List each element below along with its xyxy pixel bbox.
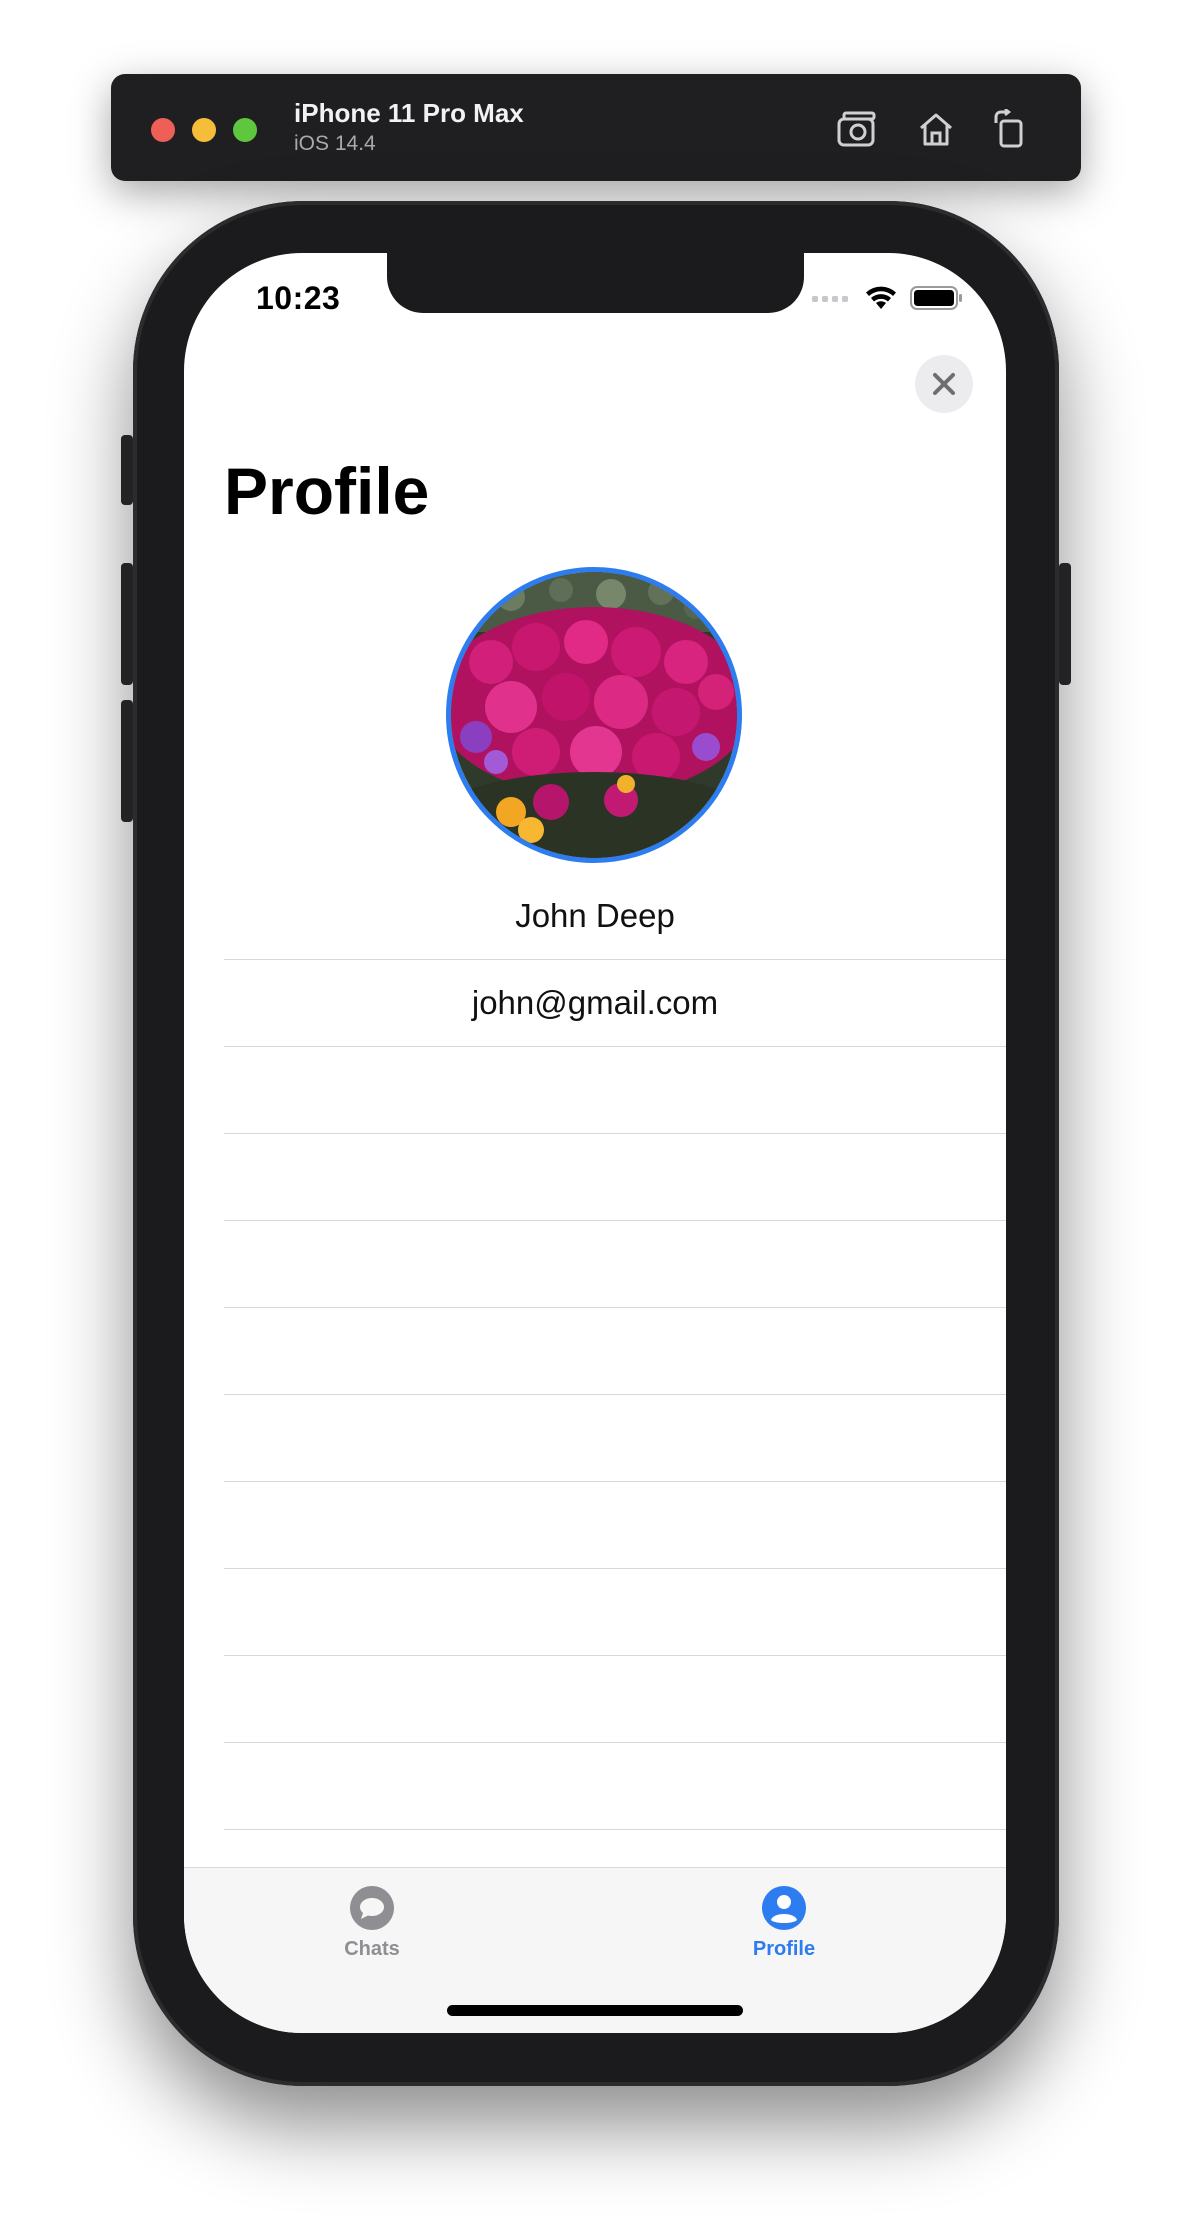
mute-switch (121, 435, 133, 505)
simulator-title-bar: iPhone 11 Pro Max iOS 14.4 (111, 74, 1081, 181)
email-row[interactable]: john@gmail.com (224, 960, 1006, 1047)
rotate-icon (994, 109, 1023, 148)
window-close-button[interactable] (151, 118, 175, 142)
list-row (224, 1656, 1006, 1743)
tab-profile-label: Profile (752, 1938, 816, 1960)
home-indicator[interactable] (447, 2005, 743, 2016)
profile-email: john@gmail.com (471, 984, 719, 1021)
list-row (224, 1134, 1006, 1221)
flower-photo (451, 572, 737, 858)
avatar[interactable] (446, 567, 742, 863)
list-row (224, 1221, 1006, 1308)
list-row (224, 1743, 1006, 1830)
list-row (224, 1308, 1006, 1395)
rotate-button[interactable] (985, 104, 1035, 154)
notch (387, 253, 804, 313)
status-time: 10:23 (256, 280, 341, 316)
window-zoom-button[interactable] (233, 118, 257, 142)
home-button[interactable] (911, 104, 961, 154)
tab-chats-label: Chats (344, 1938, 400, 1960)
wifi-icon (866, 286, 896, 309)
battery-icon (910, 286, 962, 310)
profile-name: John Deep (515, 897, 675, 934)
status-icons (812, 285, 964, 311)
close-button[interactable] (915, 355, 973, 413)
screenshot-icon (837, 111, 876, 147)
device-name: iPhone 11 Pro Max (294, 98, 524, 128)
tab-chats[interactable]: Chats (302, 1886, 442, 1961)
os-version: iOS 14.4 (294, 132, 376, 155)
power-button (1059, 563, 1071, 685)
window-minimize-button[interactable] (192, 118, 216, 142)
list-row (224, 1569, 1006, 1656)
page-title: Profile (224, 454, 430, 528)
list-row (224, 1482, 1006, 1569)
volume-up-button (121, 563, 133, 685)
volume-down-button (121, 700, 133, 822)
home-icon (920, 113, 952, 146)
chat-bubble-icon (350, 1886, 394, 1930)
person-circle-icon (762, 1886, 806, 1930)
cellular-icon (812, 296, 848, 302)
list-row (224, 1395, 1006, 1482)
close-icon (933, 373, 955, 395)
list-row (224, 1047, 1006, 1134)
name-row[interactable]: John Deep (224, 873, 1006, 960)
profile-list: John Deep john@gmail.com (224, 873, 1006, 1830)
tab-profile[interactable]: Profile (714, 1886, 854, 1961)
screenshot-button[interactable] (833, 104, 883, 154)
phone-screen: 10:23 Profile John Deep john@gmail.com C… (184, 253, 1006, 2033)
